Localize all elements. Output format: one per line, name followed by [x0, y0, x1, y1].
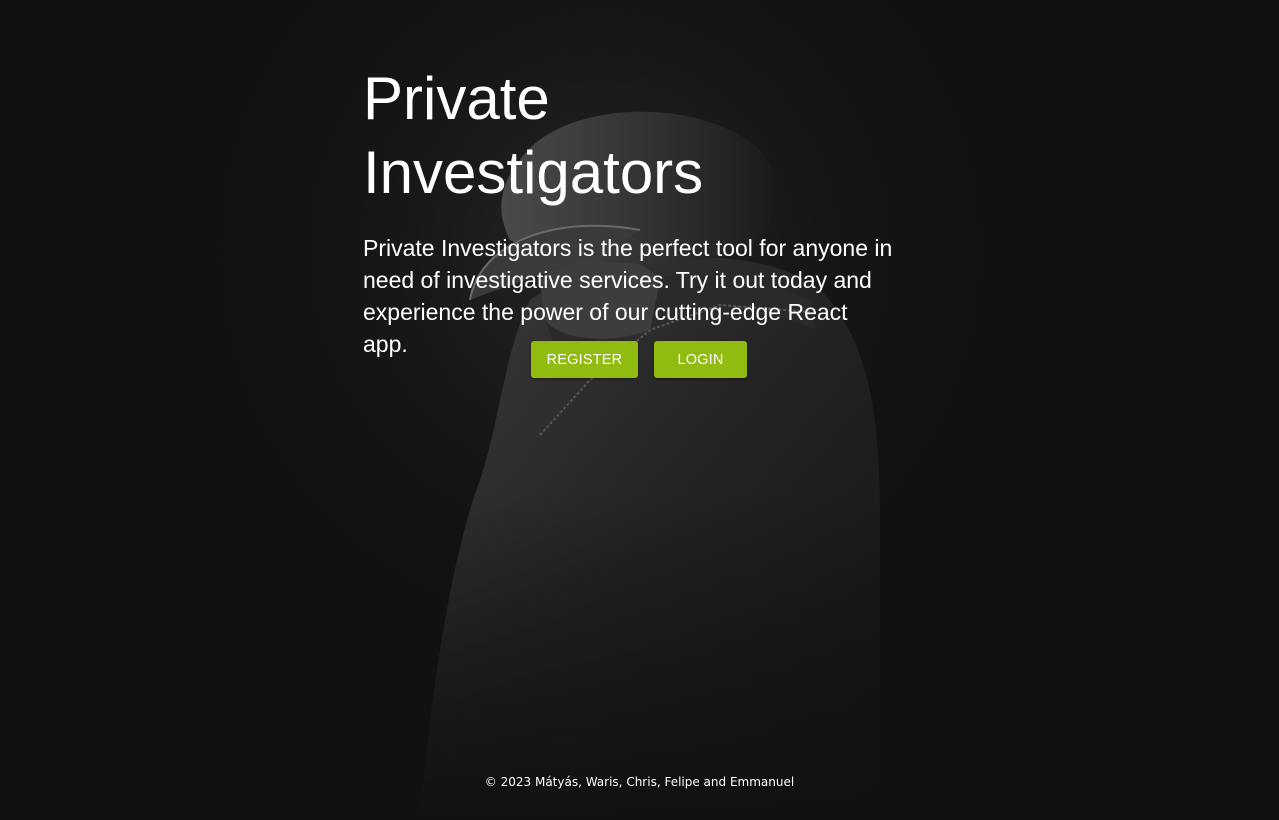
register-button[interactable]: REGISTER [531, 341, 638, 378]
auth-actions: REGISTER LOGIN [531, 341, 747, 378]
page-title: Private Investigators [363, 65, 704, 206]
hero-section: Private Investigators Private Investigat… [363, 62, 903, 360]
login-button[interactable]: LOGIN [654, 341, 747, 378]
footer-copyright: © 2023 Mátyás, Waris, Chris, Felipe and … [484, 775, 795, 789]
